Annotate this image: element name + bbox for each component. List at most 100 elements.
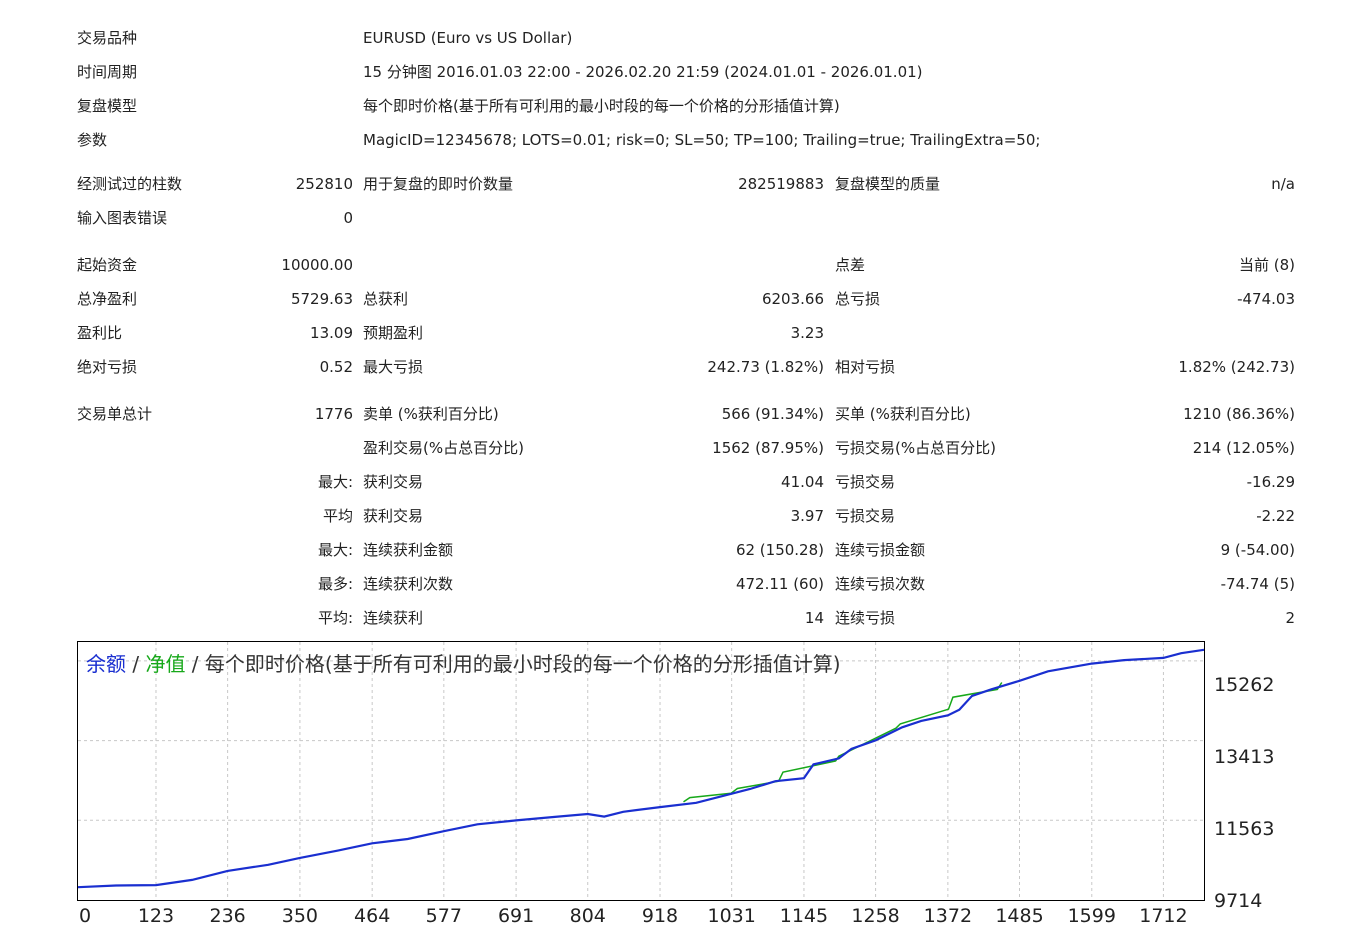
x-tick-label: 918 (641, 905, 679, 927)
params-value: MagicID=12345678; LOTS=0.01; risk=0; SL=… (363, 131, 1041, 149)
x-tick-label: 0 (78, 905, 92, 927)
average-loss-value: -2.22 (1256, 507, 1295, 525)
gross-loss-label: 总亏损 (835, 290, 881, 308)
loss-trades-value: 214 (12.05%) (1192, 439, 1295, 457)
spread-label: 点差 (835, 256, 866, 274)
average-loss-label: 亏损交易 (835, 507, 896, 525)
avg-consec-losses-value: 2 (1285, 609, 1295, 627)
x-tick-label: 236 (209, 905, 246, 927)
errors-value: 0 (343, 209, 353, 227)
maximal-profit-label: 连续获利次数 (363, 575, 454, 593)
equity-series-line (683, 682, 1003, 803)
symbol-value: EURUSD (Euro vs US Dollar) (363, 29, 573, 47)
average-profit-label: 获利交易 (363, 507, 424, 525)
trades-row: 交易单总计 1776 卖单 (%获利百分比) 566 (91.34%) 买单 (… (0, 403, 1357, 425)
y-tick-label: 9714 (1214, 890, 1263, 912)
period-label: 时间周期 (77, 63, 138, 81)
errors-label: 输入图表错误 (77, 209, 168, 227)
profit-trades-value: 1562 (87.95%) (712, 439, 824, 457)
y-tick-label: 13413 (1214, 746, 1275, 768)
deposit-value: 10000.00 (281, 256, 353, 274)
average-row: 平均 获利交易 3.97 亏损交易 -2.22 (0, 505, 1357, 527)
params-label: 参数 (77, 131, 108, 149)
x-tick-label: 1372 (923, 905, 973, 927)
largest-row: 最大: 获利交易 41.04 亏损交易 -16.29 (0, 471, 1357, 493)
maximal-prefix: 最多: (317, 575, 353, 593)
net-row: 总净盈利 5729.63 总获利 6203.66 总亏损 -474.03 (0, 288, 1357, 310)
x-tick-label: 464 (354, 905, 391, 927)
chart-title: 余额 / 净值 / 每个即时价格(基于所有可利用的最小时段的每一个价格的分形插值… (86, 648, 841, 677)
quality-value: n/a (1271, 175, 1295, 193)
profit-factor-label: 盈利比 (77, 324, 123, 342)
maximal-drawdown-value: 242.73 (1.82%) (707, 358, 824, 376)
spread-value: 当前 (8) (1238, 256, 1295, 274)
maximal-loss-value: -74.74 (5) (1220, 575, 1295, 593)
drawdown-row: 绝对亏损 0.52 最大亏损 242.73 (1.82%) 相对亏损 1.82%… (0, 356, 1357, 378)
avg-consec-wins-label: 连续获利 (363, 609, 424, 627)
max-consec-wins-value: 62 (150.28) (735, 541, 824, 559)
avg-consec-prefix: 平均: (317, 609, 353, 627)
avg-consec-wins-value: 14 (804, 609, 824, 627)
maximal-profit-value: 472.11 (60) (735, 575, 824, 593)
legend-equity: 净值 (145, 652, 186, 676)
x-tick-label: 123 (137, 905, 175, 927)
relative-drawdown-value: 1.82% (242.73) (1178, 358, 1295, 376)
legend-separator: / (185, 652, 205, 676)
x-tick-label: 1485 (995, 905, 1044, 927)
quality-label: 复盘模型的质量 (835, 175, 941, 193)
x-tick-label: 804 (569, 905, 606, 927)
legend-separator: / (126, 652, 146, 676)
x-tick-label: 1599 (1067, 905, 1116, 927)
period-row: 时间周期 15 分钟图 2016.01.03 22:00 - 2026.02.2… (0, 61, 1357, 83)
expected-payoff-value: 3.23 (790, 324, 824, 342)
max-consec-losses-label: 连续亏损金额 (835, 541, 926, 559)
max-consec-prefix: 最大: (317, 541, 353, 559)
profit-trades-label: 盈利交易(%占总百分比) (363, 439, 524, 457)
loss-trades-label: 亏损交易(%占总百分比) (835, 439, 996, 457)
gross-loss-value: -474.03 (1237, 290, 1295, 308)
max-consec-row: 最大: 连续获利金额 62 (150.28) 连续亏损金额 9 (-54.00) (0, 539, 1357, 561)
short-positions-value: 566 (91.34%) (721, 405, 824, 423)
net-profit-value: 5729.63 (290, 290, 353, 308)
x-tick-label: 1145 (779, 905, 829, 927)
long-positions-value: 1210 (86.36%) (1183, 405, 1295, 423)
average-profit-value: 3.97 (790, 507, 824, 525)
gross-profit-label: 总获利 (363, 290, 409, 308)
max-consec-wins-label: 连续获利金额 (363, 541, 454, 559)
short-positions-label: 卖单 (%获利百分比) (363, 405, 499, 423)
chart-plot-area (78, 642, 1204, 900)
x-tick-label: 1712 (1139, 905, 1188, 927)
bars-value: 252810 (295, 175, 353, 193)
largest-loss-value: -16.29 (1246, 473, 1295, 491)
y-tick-label: 15262 (1214, 674, 1275, 696)
absolute-drawdown-label: 绝对亏损 (77, 358, 138, 376)
maximal-consec-row: 最多: 连续获利次数 472.11 (60) 连续亏损次数 -74.74 (5) (0, 573, 1357, 595)
bars-label: 经测试过的柱数 (77, 175, 183, 193)
maximal-loss-label: 连续亏损次数 (835, 575, 926, 593)
average-prefix: 平均 (322, 507, 353, 525)
params-row: 参数 MagicID=12345678; LOTS=0.01; risk=0; … (0, 129, 1357, 151)
absolute-drawdown-value: 0.52 (319, 358, 353, 376)
x-tick-label: 1031 (707, 905, 756, 927)
total-trades-label: 交易单总计 (77, 405, 153, 423)
long-positions-label: 买单 (%获利百分比) (835, 405, 971, 423)
symbol-row: 交易品种 EURUSD (Euro vs US Dollar) (0, 27, 1357, 49)
model-row: 复盘模型 每个即时价格(基于所有可利用的最小时段的每一个价格的分形插值计算) (0, 95, 1357, 117)
ticks-value: 282519883 (738, 175, 824, 193)
largest-prefix: 最大: (317, 473, 353, 491)
x-tick-label: 577 (425, 905, 462, 927)
profit-factor-value: 13.09 (310, 324, 353, 342)
model-value: 每个即时价格(基于所有可利用的最小时段的每一个价格的分形插值计算) (363, 97, 840, 115)
ticks-label: 用于复盘的即时价数量 (363, 175, 514, 193)
period-value: 15 分钟图 2016.01.03 22:00 - 2026.02.20 21:… (363, 63, 923, 81)
largest-profit-label: 获利交易 (363, 473, 424, 491)
gross-profit-value: 6203.66 (761, 290, 824, 308)
y-tick-label: 11563 (1214, 818, 1275, 840)
bars-row: 经测试过的柱数 252810 用于复盘的即时价数量 282519883 复盘模型… (0, 173, 1357, 195)
chart-grid (78, 642, 1204, 900)
win-loss-row: 盈利交易(%占总百分比) 1562 (87.95%) 亏损交易(%占总百分比) … (0, 437, 1357, 459)
balance-equity-chart: 余额 / 净值 / 每个即时价格(基于所有可利用的最小时段的每一个价格的分形插值… (77, 641, 1205, 901)
maximal-drawdown-label: 最大亏损 (363, 358, 424, 376)
relative-drawdown-label: 相对亏损 (835, 358, 896, 376)
errors-row: 输入图表错误 0 (0, 207, 1357, 229)
